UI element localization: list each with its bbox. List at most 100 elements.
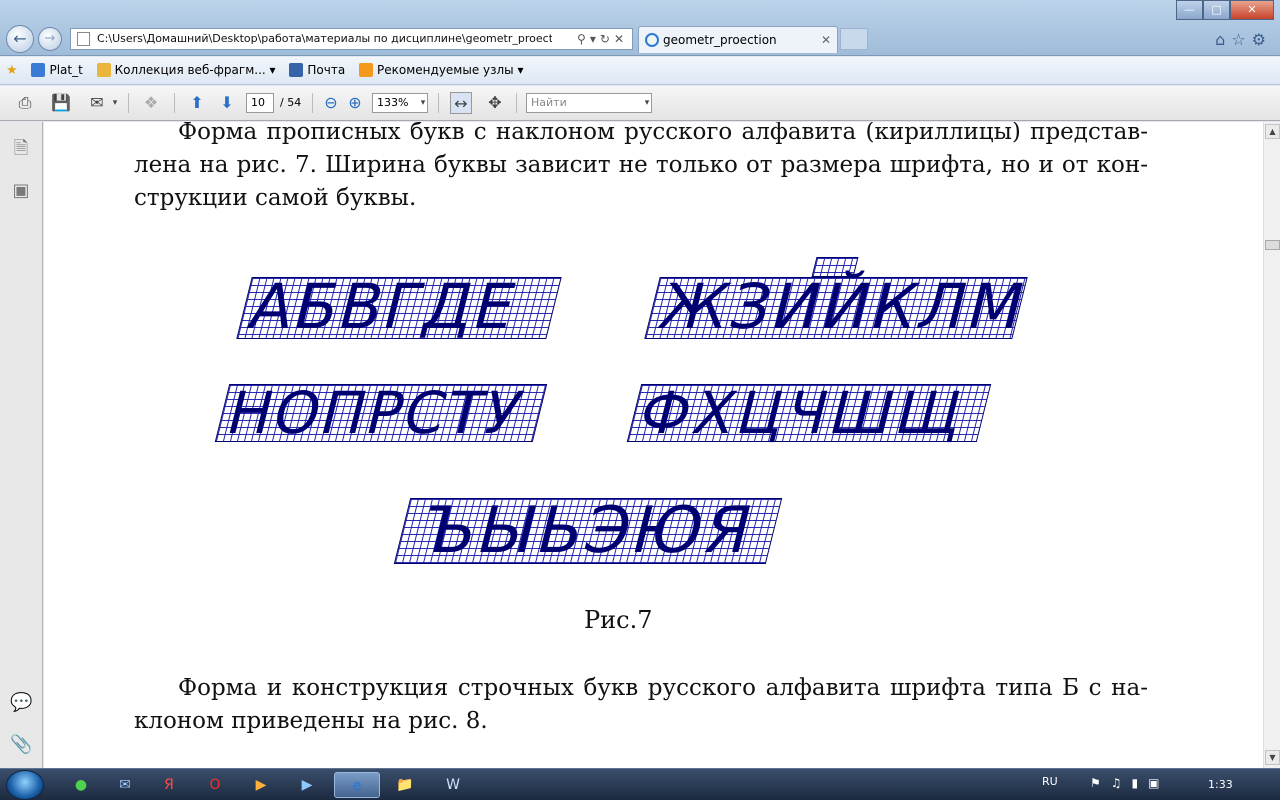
network-icon[interactable]: ▣: [1148, 776, 1169, 790]
volume-icon[interactable]: ♫: [1111, 776, 1132, 790]
letter-grid-row2-left: НОПРСТУ: [214, 379, 548, 447]
close-tab-icon[interactable]: ✕: [821, 27, 831, 53]
letters-n-u: НОПРСТУ: [220, 379, 531, 447]
letter-grid-row1-left: АБВГДЕ: [236, 270, 562, 343]
comments-icon[interactable]: 💬: [10, 692, 32, 714]
word-task[interactable]: W: [430, 772, 476, 798]
search-icon[interactable]: ⚲: [577, 32, 590, 46]
chevron-down-icon[interactable]: ▾: [514, 57, 523, 84]
paragraph-lowercase: Форма и конструкция строчных букв русско…: [134, 672, 1148, 738]
letter-grid-row3: ЪЫЬЭЮЯ: [393, 494, 783, 568]
scroll-up-icon[interactable]: ▲: [1265, 124, 1280, 139]
zoom-in-icon[interactable]: ⊕: [344, 92, 366, 114]
windows-taskbar: ● ✉ Я O ▶ ▶ e 📁 W RU ⚑♫▮▣ 1:33: [0, 768, 1280, 800]
text-line: струкции самой буквы.: [134, 185, 417, 211]
page-number-input[interactable]: 10: [246, 93, 274, 113]
print-icon[interactable]: ⎙: [14, 92, 36, 114]
internet-explorer-task[interactable]: e: [334, 772, 380, 798]
favorite-item-mail[interactable]: Почта: [307, 57, 345, 84]
language-indicator[interactable]: RU: [1042, 775, 1058, 788]
text-line: лена на рис. 7. Ширина буквы зависит не …: [134, 152, 1148, 178]
fit-width-icon[interactable]: ↔: [450, 92, 472, 114]
favorite-item-webslices[interactable]: Коллекция веб-фрагм...: [115, 57, 266, 84]
text-line: клоном приведены на рис. 8.: [134, 708, 488, 734]
file-icon: [77, 32, 90, 46]
maximize-button[interactable]: □: [1203, 0, 1230, 20]
sound-app-icon[interactable]: ▶: [288, 772, 326, 798]
chevron-down-icon[interactable]: ▾: [642, 92, 652, 114]
vertical-scrollbar[interactable]: ▲ ▼: [1263, 122, 1280, 768]
start-button[interactable]: [6, 770, 44, 800]
chevron-down-icon[interactable]: ▾: [266, 57, 276, 84]
figure-caption: Рис.7: [584, 606, 653, 634]
system-tray: RU ⚑♫▮▣ 1:33: [1030, 769, 1280, 800]
pages-icon[interactable]: 🗎: [10, 136, 32, 159]
clock[interactable]: 1:33: [1208, 778, 1233, 791]
home-icon[interactable]: ⌂: [1215, 30, 1231, 49]
opera-icon[interactable]: O: [196, 772, 234, 798]
favorite-item-plat[interactable]: Plat_t: [49, 57, 82, 84]
zoom-out-icon[interactable]: ⊖: [320, 92, 342, 114]
pdf-toolbar: ⎙ 💾 ✉ ▾ ❖ ⬆ ⬇ 10 / 54 ⊖ ⊕ 133% ▾ ↔ ✥ Най…: [0, 86, 1280, 121]
explorer-task[interactable]: 📁: [382, 772, 428, 798]
chevron-down-icon[interactable]: ▾: [110, 92, 120, 114]
text-line: Форма и конструкция строчных букв русско…: [178, 675, 1148, 701]
paragraph-intro: Форма прописных букв с наклоном русского…: [134, 122, 1148, 215]
chevron-down-icon[interactable]: ▾: [418, 92, 428, 114]
minimize-button[interactable]: —: [1176, 0, 1203, 20]
utorrent-icon[interactable]: ●: [62, 772, 100, 798]
tray-icons: ⚑♫▮▣: [1090, 776, 1169, 790]
comment-icon[interactable]: ❖: [140, 92, 162, 114]
yandex-icon[interactable]: Я: [150, 772, 188, 798]
page-total: / 54: [280, 96, 302, 109]
favorites-star-icon[interactable]: ★: [6, 57, 18, 84]
favorites-star-icon[interactable]: ☆: [1231, 30, 1251, 49]
arrow-right-icon: →: [44, 31, 56, 46]
pdf-document: Форма прописных букв с наклоном русского…: [44, 122, 1263, 768]
find-input[interactable]: Найти: [526, 93, 652, 113]
scroll-down-icon[interactable]: ▼: [1265, 750, 1280, 765]
tab-geometr-proection[interactable]: geometr_proection ✕: [638, 26, 838, 53]
bookmarks-icon[interactable]: ▣: [10, 180, 32, 202]
letters-a-e: АБВГДЕ: [242, 270, 526, 343]
letters-f-shch: ФХЦЧШЩ: [632, 379, 974, 447]
rss-icon: [359, 63, 374, 77]
forward-button[interactable]: →: [38, 27, 62, 51]
address-text: C:\Users\Домашний\Desktop\работа\материа…: [97, 32, 552, 45]
mail-icon: [289, 63, 304, 77]
favorites-bar: ★ Plat_t Коллекция веб-фрагм... ▾ Почта …: [0, 57, 1280, 85]
letters-hard-ya: ЪЫЬЭЮЯ: [413, 494, 763, 568]
scroll-thumb[interactable]: [1265, 240, 1280, 250]
chevron-down-icon[interactable]: ▾: [590, 32, 600, 46]
browser-right-icons: ⌂☆⚙: [1215, 30, 1272, 49]
flag-icon[interactable]: ⚑: [1090, 776, 1111, 790]
letters-zh-m: ЖЗИЙКЛМ: [652, 270, 1035, 343]
favorite-item-suggested[interactable]: Рекомендуемые узлы: [377, 57, 514, 84]
webslice-icon: [96, 63, 111, 77]
arrow-left-icon: ←: [13, 29, 27, 48]
save-icon[interactable]: 💾: [50, 92, 72, 114]
text-line: Форма прописных букв с наклоном русского…: [178, 122, 1148, 145]
browser-address-bar: ← → C:\Users\Домашний\Desktop\работа\мат…: [0, 0, 1280, 56]
refresh-icon[interactable]: ↻: [600, 32, 614, 46]
navigation-panel: 🗎 ▣ 💬 📎: [0, 122, 43, 768]
share-icon[interactable]: ✉: [86, 92, 108, 114]
new-tab-button[interactable]: [840, 28, 868, 50]
tab-title: geometr_proection: [663, 33, 777, 47]
address-field[interactable]: C:\Users\Домашний\Desktop\работа\материа…: [70, 28, 633, 50]
mail-icon[interactable]: ✉: [106, 772, 144, 798]
back-button[interactable]: ←: [6, 25, 34, 53]
window-controls: — □ ✕: [1176, 0, 1274, 20]
battery-icon[interactable]: ▮: [1132, 776, 1149, 790]
close-window-button[interactable]: ✕: [1230, 0, 1274, 20]
previous-page-icon[interactable]: ⬆: [186, 92, 208, 114]
fit-page-icon[interactable]: ✥: [484, 92, 506, 114]
attachments-icon[interactable]: 📎: [10, 734, 32, 756]
media-player-icon[interactable]: ▶: [242, 772, 280, 798]
letter-grid-row1-right: ЖЗИЙКЛМ: [644, 270, 1035, 343]
stop-icon[interactable]: ✕: [614, 32, 628, 46]
letter-grid-row2-right: ФХЦЧШЩ: [626, 379, 992, 447]
address-actions: ⚲▾↻✕: [577, 29, 628, 49]
next-page-icon[interactable]: ⬇: [216, 92, 238, 114]
gear-icon[interactable]: ⚙: [1252, 30, 1272, 49]
